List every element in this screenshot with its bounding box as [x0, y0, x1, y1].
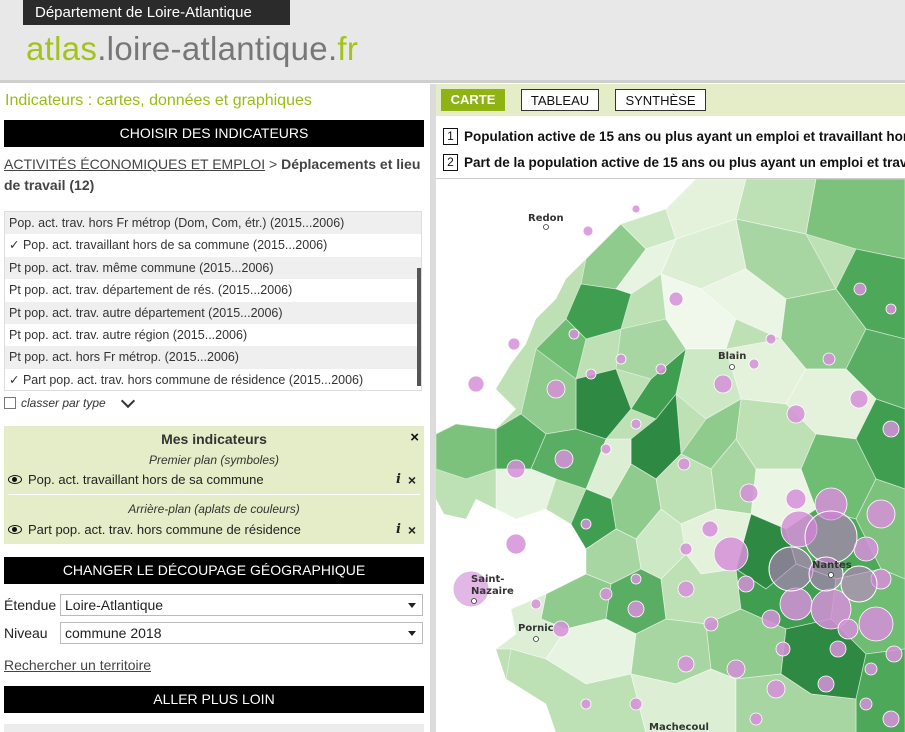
info-icon[interactable]: i: [396, 472, 401, 487]
map-label-saint: Saint-: [471, 574, 504, 585]
logo-atlas: atlas: [26, 30, 98, 67]
caret-down-icon: [408, 603, 416, 608]
background-indicator: Part pop. act. trav. hors commune de rés…: [8, 522, 418, 538]
background-indicator-label: Part pop. act. trav. hors commune de rés…: [28, 522, 301, 537]
indicator-item[interactable]: ✓ Part pop. act. trav. hors commune de r…: [5, 369, 421, 390]
remove-icon[interactable]: ×: [408, 522, 416, 538]
niveau-select[interactable]: commune 2018: [60, 622, 423, 644]
indicator-item[interactable]: ✓ Pop. act. travaillant hors de sa commu…: [5, 234, 421, 256]
department-tag[interactable]: Département de Loire-Atlantique: [23, 0, 290, 25]
panel-subtitle: Indicateurs : cartes, données et graphiq…: [5, 92, 312, 109]
indicator-list[interactable]: Pop. act. trav. hors Fr métrop (Dom, Com…: [4, 211, 422, 391]
indicator-item[interactable]: Pop. act. trav. hors Fr métrop (Dom, Com…: [5, 212, 421, 235]
classer-label: classer par type: [21, 396, 106, 410]
tab-tableau[interactable]: TABLEAU: [521, 89, 599, 111]
rechercher-territoire-link[interactable]: Rechercher un territoire: [4, 657, 151, 673]
chevron-down-icon[interactable]: [120, 393, 135, 409]
map-svg[interactable]: Redon Blain Saint- Nazaire Nantes Pornic…: [436, 178, 905, 732]
map-label-redon: Redon: [528, 213, 564, 224]
info-icon[interactable]: i: [396, 522, 401, 537]
logo-domain: .loire-atlantique.: [97, 30, 338, 67]
foreground-label: Premier plan (symboles): [148, 453, 280, 467]
tab-synthese[interactable]: SYNTHÈSE: [615, 89, 706, 111]
tab-carte[interactable]: CARTE: [441, 89, 505, 111]
map-label-pornic: Pornic: [518, 623, 554, 634]
choropleth-map[interactable]: Redon Blain Saint- Nazaire Nantes Pornic…: [436, 178, 905, 732]
view-tabs: CARTE TABLEAU SYNTHÈSE: [436, 84, 905, 116]
logo-tld: fr: [337, 30, 359, 67]
collapsed-panel: [4, 724, 424, 732]
indicator-item[interactable]: Pt pop. act. trav. même commune (2015...…: [5, 256, 421, 280]
site-header: Département de Loire-Atlantique atlas.lo…: [0, 0, 905, 83]
map-label-machecoul: Machecoul: [649, 722, 709, 732]
mes-indicateurs-panel: Mes indicateurs × Premier plan (symboles…: [4, 426, 424, 544]
indicator-2[interactable]: 2 Part de la population active de 15 ans…: [443, 154, 905, 171]
background-label: Arrière-plan (aplats de couleurs): [128, 502, 300, 516]
foreground-indicator-label: Pop. act. travaillant hors de sa commune: [28, 472, 264, 487]
niveau-label: Niveau: [4, 625, 48, 641]
indicator-number: 2: [443, 154, 458, 171]
list-scrollbar[interactable]: [417, 268, 421, 386]
divider: [8, 494, 420, 495]
eye-icon[interactable]: [8, 475, 22, 484]
etendue-select[interactable]: Loire-Atlantique: [60, 594, 423, 616]
breadcrumb-link[interactable]: ACTIVITÉS ÉCONOMIQUES ET EMPLOI: [4, 156, 265, 172]
indicator-item[interactable]: Pt pop. act. trav. autre département (20…: [5, 301, 421, 324]
indicator-item[interactable]: Pt pop. act. hors Fr métrop. (2015...200…: [5, 346, 421, 369]
foreground-indicator: Pop. act. travaillant hors de sa commune…: [8, 472, 418, 488]
right-panel: CARTE TABLEAU SYNTHÈSE 1 Population acti…: [436, 84, 905, 732]
breadcrumb: ACTIVITÉS ÉCONOMIQUES ET EMPLOI > Déplac…: [4, 154, 424, 196]
etendue-value: Loire-Atlantique: [65, 597, 164, 613]
remove-icon[interactable]: ×: [408, 472, 416, 488]
indicator-1-label: Population active de 15 ans ou plus ayan…: [464, 129, 905, 144]
indicator-item[interactable]: Pt pop. act. trav. autre région (2015...…: [5, 324, 421, 346]
map-label-blain: Blain: [718, 351, 746, 362]
eye-icon[interactable]: [8, 525, 22, 534]
map-label-nazaire: Nazaire: [471, 586, 514, 597]
left-panel: Indicateurs : cartes, données et graphiq…: [0, 84, 430, 732]
indicator-item[interactable]: Pt pop. act. trav. département de rés. (…: [5, 279, 421, 301]
caret-down-icon: [408, 631, 416, 636]
aller-plus-loin-button[interactable]: ALLER PLUS LOIN: [4, 686, 424, 713]
indicator-number: 1: [443, 128, 458, 145]
etendue-label: Étendue: [4, 597, 57, 613]
indicator-1[interactable]: 1 Population active de 15 ans ou plus ay…: [443, 128, 905, 145]
breadcrumb-separator: >: [265, 156, 282, 172]
map-label-nantes: Nantes: [812, 560, 852, 571]
indicator-2-label: Part de la population active de 15 ans o…: [464, 155, 905, 170]
site-logo[interactable]: atlas.loire-atlantique.fr: [26, 30, 358, 68]
mes-indicateurs-title: Mes indicateurs: [161, 431, 267, 447]
choose-indicators-button[interactable]: CHOISIR DES INDICATEURS: [4, 120, 424, 147]
change-decoupage-button[interactable]: CHANGER LE DÉCOUPAGE GÉOGRAPHIQUE: [4, 557, 424, 584]
classer-checkbox[interactable]: [4, 397, 16, 409]
classer-par-type[interactable]: classer par type: [4, 393, 135, 410]
close-icon[interactable]: ×: [410, 429, 419, 446]
niveau-value: commune 2018: [65, 625, 162, 641]
